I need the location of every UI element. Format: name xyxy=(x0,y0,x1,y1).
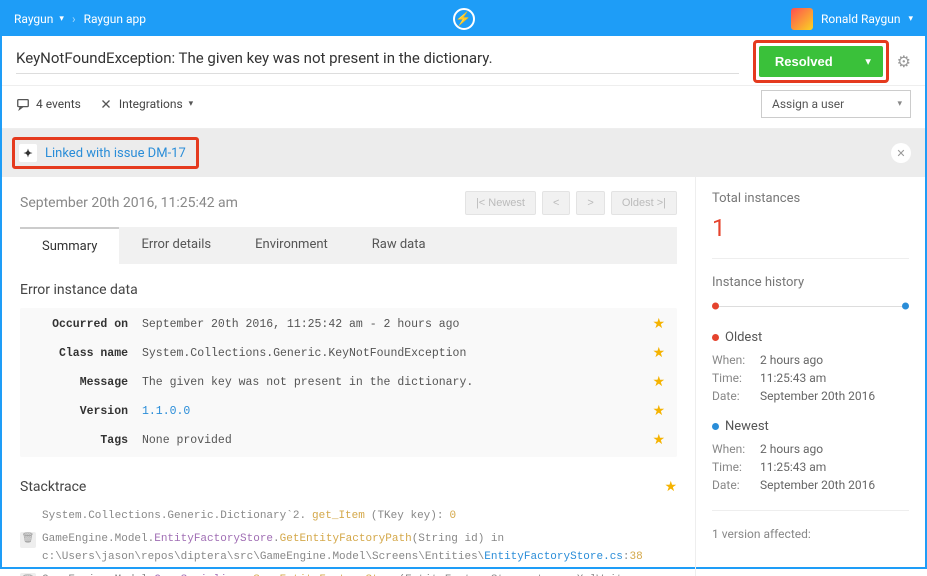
total-instances-label: Total instances xyxy=(712,191,909,206)
total-instances-value: 1 xyxy=(712,214,909,242)
title-bar: KeyNotFoundException: The given key was … xyxy=(2,36,925,86)
stack-line: 🗑 GameEngine.Model.GameSerializer.SaveEn… xyxy=(20,569,677,576)
table-row: MessageThe given key was not present in … xyxy=(20,368,677,397)
instance-timestamp: September 20th 2016, 11:25:42 am xyxy=(20,195,238,211)
bucket-icon[interactable]: 🗑 xyxy=(20,532,36,548)
section-title: Stacktrace xyxy=(20,479,86,495)
timeline-chart xyxy=(712,302,909,310)
breadcrumb-app[interactable]: Raygun app xyxy=(84,12,146,26)
legend-oldest: Oldest When:2 hours ago Time:11:25:43 am… xyxy=(712,330,909,405)
integrations-link[interactable]: Integrations ▾ xyxy=(99,97,193,111)
tab-bar: Summary Error details Environment Raw da… xyxy=(20,227,677,264)
nav-newest-button[interactable]: |< Newest xyxy=(465,191,536,215)
star-icon[interactable]: ★ xyxy=(652,345,665,362)
nav-oldest-button[interactable]: Oldest >| xyxy=(611,191,677,215)
events-link[interactable]: 4 events xyxy=(16,97,81,111)
section-title: Error instance data xyxy=(20,282,677,298)
chevron-down-icon: ▾ xyxy=(908,14,913,24)
stack-line: 🗑 GameEngine.Model.EntityFactoryStore.Ge… xyxy=(20,528,677,569)
chevron-down-icon: ▾ xyxy=(189,99,194,109)
user-menu[interactable]: Ronald Raygun ▾ xyxy=(791,8,913,30)
stack-line: System.Collections.Generic.Dictionary`2.… xyxy=(20,505,677,528)
star-icon[interactable]: ★ xyxy=(652,432,665,449)
star-icon[interactable]: ★ xyxy=(652,403,665,420)
table-row: Occurred onSeptember 20th 2016, 11:25:42… xyxy=(20,310,677,339)
tab-environment[interactable]: Environment xyxy=(233,227,350,264)
star-icon[interactable]: ★ xyxy=(652,374,665,391)
close-icon[interactable]: ✕ xyxy=(891,143,911,163)
stacktrace: System.Collections.Generic.Dictionary`2.… xyxy=(20,505,677,576)
linked-issue-bar: ✦ Linked with issue DM-17 ✕ xyxy=(2,129,925,177)
table-row: Class nameSystem.Collections.Generic.Key… xyxy=(20,339,677,368)
sub-toolbar: 4 events Integrations ▾ Assign a user xyxy=(2,86,925,129)
top-nav-bar: Raygun ▾ › Raygun app ⚡ Ronald Raygun ▾ xyxy=(2,2,925,36)
instance-nav: |< Newest < > Oldest >| xyxy=(465,191,677,215)
integrations-icon xyxy=(99,97,113,111)
avatar xyxy=(791,8,813,30)
tab-error-details[interactable]: Error details xyxy=(119,227,233,264)
chat-icon xyxy=(16,97,30,111)
timeline-newest-dot xyxy=(902,303,909,310)
instance-history-label: Instance history xyxy=(712,275,909,290)
timeline-oldest-dot xyxy=(712,303,719,310)
dot-icon xyxy=(712,334,719,341)
breadcrumb-separator: › xyxy=(72,12,76,26)
sidebar-right: Total instances 1 Instance history Oldes… xyxy=(695,177,925,576)
main-content: September 20th 2016, 11:25:42 am |< Newe… xyxy=(2,177,695,576)
gear-icon[interactable]: ⚙ xyxy=(897,52,911,71)
username: Ronald Raygun xyxy=(821,12,900,26)
page-title: KeyNotFoundException: The given key was … xyxy=(16,49,739,74)
nav-prev-button[interactable]: < xyxy=(542,191,570,215)
error-data-table: Occurred onSeptember 20th 2016, 11:25:42… xyxy=(20,308,677,457)
star-icon[interactable]: ★ xyxy=(664,479,677,495)
table-row: TagsNone provided★ xyxy=(20,426,677,455)
linked-issue-link[interactable]: Linked with issue DM-17 xyxy=(45,146,186,161)
nav-next-button[interactable]: > xyxy=(576,191,604,215)
legend-newest: Newest When:2 hours ago Time:11:25:43 am… xyxy=(712,419,909,494)
tab-summary[interactable]: Summary xyxy=(20,227,119,264)
version-affected-label: 1 version affected: xyxy=(712,527,909,541)
tab-raw-data[interactable]: Raw data xyxy=(350,227,448,264)
jira-icon: ✦ xyxy=(19,144,37,162)
highlight-box: ✦ Linked with issue DM-17 xyxy=(12,137,199,169)
dot-icon xyxy=(712,423,719,430)
table-row: Version1.1.0.0★ xyxy=(20,397,677,426)
breadcrumb: Raygun ▾ › Raygun app xyxy=(14,12,146,26)
status-button[interactable]: Resolved xyxy=(759,46,883,77)
logo-bolt-icon[interactable]: ⚡ xyxy=(453,8,475,30)
assign-user-dropdown[interactable]: Assign a user xyxy=(761,90,911,118)
star-icon[interactable]: ★ xyxy=(652,316,665,333)
breadcrumb-root[interactable]: Raygun ▾ xyxy=(14,12,64,26)
